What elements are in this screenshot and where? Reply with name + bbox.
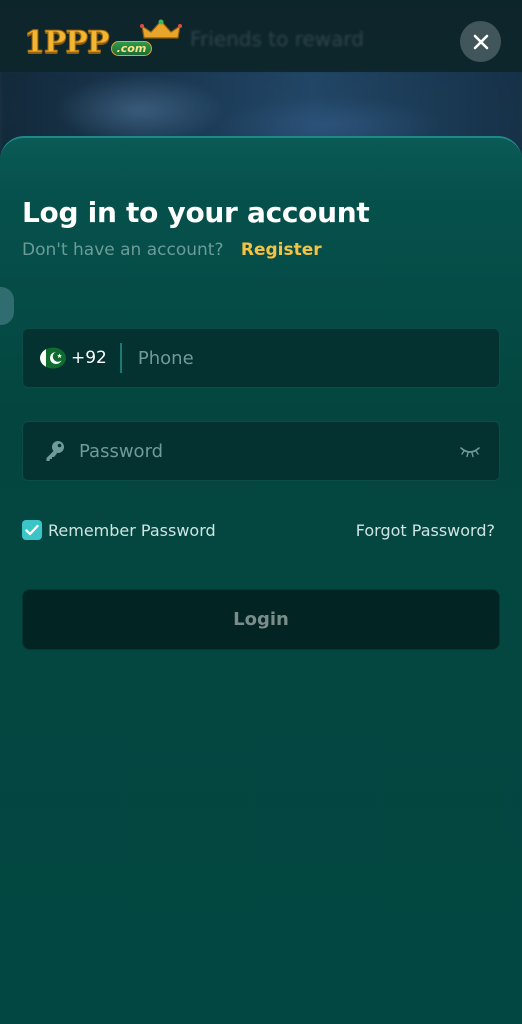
page-title: Log in to your account [22,196,370,229]
password-input[interactable] [77,422,459,480]
register-link[interactable]: Register [241,240,322,260]
logo: 1PPP .com [24,19,182,60]
key-icon [46,441,64,461]
eye-closed-icon[interactable] [459,444,481,458]
close-icon [473,34,488,49]
pakistan-flag-icon [40,347,66,369]
phone-field[interactable]: +92 [22,328,500,388]
login-button[interactable]: Login [22,589,500,650]
page: Friends to reward 1PPP .com Log in to yo… [0,0,522,1024]
background-text: Friends to reward [190,27,364,51]
no-account-text: Don't have an account? [22,240,224,260]
remember-password-label: Remember Password [48,520,216,540]
forgot-password-link[interactable]: Forgot Password? [356,521,495,540]
crown-icon [140,19,182,39]
logo-suffix: .com [110,41,153,56]
password-field[interactable] [22,421,500,481]
checkbox[interactable] [22,520,42,540]
country-code[interactable]: +92 [71,348,107,368]
register-prompt: Don't have an account? Register [22,240,322,260]
field-divider [119,343,122,373]
phone-input[interactable] [135,329,499,387]
login-sheet [0,136,522,1024]
close-button[interactable] [460,21,501,62]
logo-text: 1PPP [24,25,111,60]
remember-password-checkbox[interactable]: Remember Password [22,520,216,540]
check-icon [25,524,39,536]
